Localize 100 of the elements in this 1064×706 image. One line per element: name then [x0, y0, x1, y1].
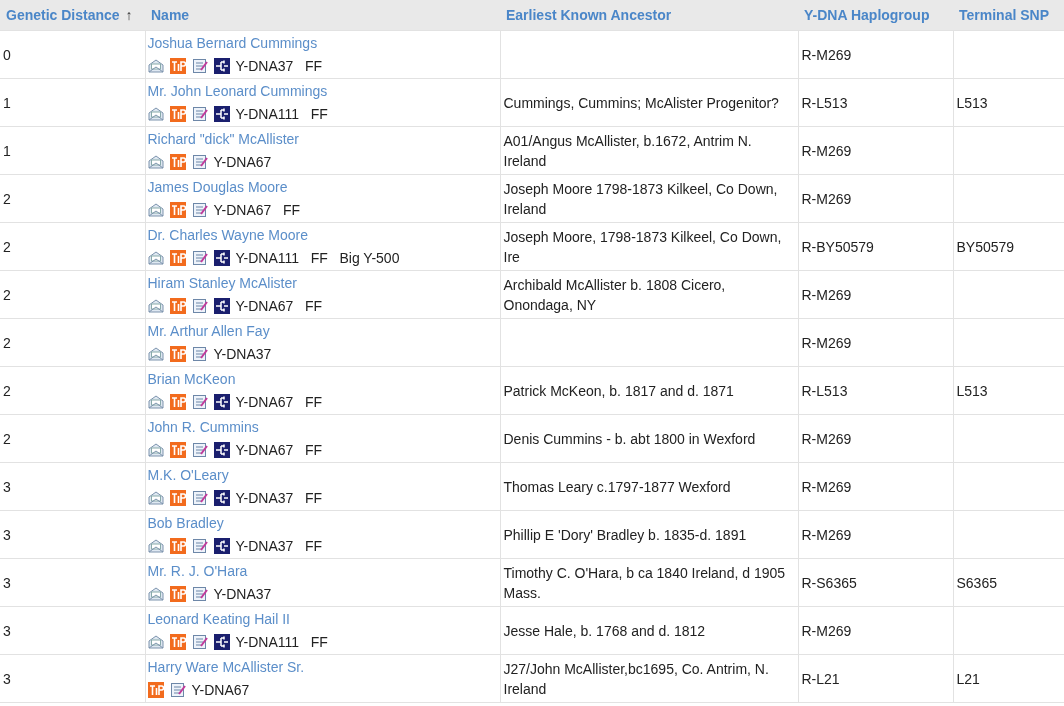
table-cell: 1: [0, 78, 145, 127]
mail-icon[interactable]: [147, 251, 164, 265]
member-link[interactable]: Harry Ware McAllister Sr.: [147, 659, 305, 675]
table-cell: 1: [0, 126, 145, 175]
table-cell: R-M269: [798, 270, 953, 319]
tree-icon[interactable]: [213, 106, 230, 122]
member-link[interactable]: Mr. John Leonard Cummings: [147, 83, 328, 99]
tree-icon[interactable]: [213, 634, 230, 650]
table-cell: 3: [0, 558, 145, 607]
column-header[interactable]: Earliest Known Ancestor: [500, 0, 798, 31]
notes-icon[interactable]: [191, 538, 208, 554]
mail-icon[interactable]: [147, 107, 164, 121]
mail-icon[interactable]: [147, 155, 164, 169]
tip-icon[interactable]: [169, 490, 186, 506]
member-link[interactable]: John R. Cummins: [147, 419, 259, 435]
table-cell: 2: [0, 414, 145, 463]
member-link[interactable]: Dr. Charles Wayne Moore: [147, 227, 309, 243]
notes-icon[interactable]: [191, 202, 208, 218]
table-cell: R-M269: [798, 606, 953, 655]
tip-icon[interactable]: [169, 58, 186, 74]
tip-icon[interactable]: [169, 346, 186, 362]
table-cell: R-L513: [798, 78, 953, 127]
table-cell: 2: [0, 318, 145, 367]
tree-icon[interactable]: [213, 58, 230, 74]
mail-icon[interactable]: [147, 395, 164, 409]
table-cell: Jesse Hale, b. 1768 and d. 1812: [500, 606, 798, 655]
tip-icon[interactable]: [169, 394, 186, 410]
notes-icon[interactable]: [191, 442, 208, 458]
notes-icon[interactable]: [191, 58, 208, 74]
table-cell: 3: [0, 654, 145, 703]
member-link[interactable]: James Douglas Moore: [147, 179, 288, 195]
tip-icon[interactable]: [147, 682, 164, 698]
mail-icon[interactable]: [147, 443, 164, 457]
mail-icon[interactable]: [147, 491, 164, 505]
member-link[interactable]: Richard "dick" McAllister: [147, 131, 300, 147]
table-cell: 3: [0, 462, 145, 511]
column-header[interactable]: Name: [145, 0, 500, 31]
table-cell: Phillip E 'Dory' Bradley b. 1835-d. 1891: [500, 510, 798, 559]
test-labels: Y-DNA67: [191, 681, 250, 700]
member-link[interactable]: Leonard Keating Hail II: [147, 611, 290, 627]
notes-icon[interactable]: [191, 106, 208, 122]
tip-icon[interactable]: [169, 298, 186, 314]
notes-icon[interactable]: [191, 346, 208, 362]
table-cell: 3: [0, 510, 145, 559]
test-labels: Y-DNA111 FF: [235, 633, 328, 652]
tree-icon[interactable]: [213, 442, 230, 458]
table-cell: Cummings, Cummins; McAlister Progenitor?: [500, 78, 798, 127]
notes-icon[interactable]: [191, 634, 208, 650]
table-cell: 2: [0, 270, 145, 319]
table-cell: 2: [0, 174, 145, 223]
test-labels: Y-DNA111 FF: [235, 105, 328, 124]
notes-icon[interactable]: [191, 394, 208, 410]
member-link[interactable]: Joshua Bernard Cummings: [147, 35, 318, 51]
mail-icon[interactable]: [147, 587, 164, 601]
table-cell: 3: [0, 606, 145, 655]
sort-arrow: ↑: [125, 7, 133, 23]
test-labels: Y-DNA111 FF Big Y-500: [235, 249, 400, 268]
notes-icon[interactable]: [191, 298, 208, 314]
table-cell: 2: [0, 366, 145, 415]
table-cell: R-L513: [798, 366, 953, 415]
mail-icon[interactable]: [147, 635, 164, 649]
member-link[interactable]: M.K. O'Leary: [147, 467, 229, 483]
table-cell: Patrick McKeon, b. 1817 and d. 1871: [500, 366, 798, 415]
mail-icon[interactable]: [147, 203, 164, 217]
tip-icon[interactable]: [169, 154, 186, 170]
notes-icon[interactable]: [191, 154, 208, 170]
tip-icon[interactable]: [169, 202, 186, 218]
tip-icon[interactable]: [169, 586, 186, 602]
column-header[interactable]: Genetic Distance ↑: [0, 0, 145, 31]
table-cell: R-M269: [798, 318, 953, 367]
tip-icon[interactable]: [169, 634, 186, 650]
member-link[interactable]: Bob Bradley: [147, 515, 224, 531]
table-cell: Joseph Moore, 1798-1873 Kilkeel, Co Down, Ire: [500, 222, 798, 271]
mail-icon[interactable]: [147, 299, 164, 313]
column-header[interactable]: Terminal SNP: [953, 0, 1064, 31]
notes-icon[interactable]: [169, 682, 186, 698]
member-link[interactable]: Mr. Arthur Allen Fay: [147, 323, 270, 339]
tree-icon[interactable]: [213, 298, 230, 314]
mail-icon[interactable]: [147, 347, 164, 361]
tip-icon[interactable]: [169, 538, 186, 554]
tree-icon[interactable]: [213, 490, 230, 506]
tree-icon[interactable]: [213, 394, 230, 410]
tree-icon[interactable]: [213, 250, 230, 266]
notes-icon[interactable]: [191, 250, 208, 266]
mail-icon[interactable]: [147, 539, 164, 553]
member-link[interactable]: Hiram Stanley McAlister: [147, 275, 297, 291]
notes-icon[interactable]: [191, 490, 208, 506]
tree-icon[interactable]: [213, 538, 230, 554]
test-labels: Y-DNA67 FF: [235, 393, 323, 412]
mail-icon[interactable]: [147, 59, 164, 73]
test-labels: Y-DNA37 FF: [235, 489, 323, 508]
test-labels: Y-DNA37: [213, 585, 272, 604]
member-link[interactable]: Mr. R. J. O'Hara: [147, 563, 248, 579]
test-labels: Y-DNA67: [213, 153, 272, 172]
tip-icon[interactable]: [169, 250, 186, 266]
tip-icon[interactable]: [169, 442, 186, 458]
column-header[interactable]: Y-DNA Haplogroup: [798, 0, 953, 31]
notes-icon[interactable]: [191, 586, 208, 602]
tip-icon[interactable]: [169, 106, 186, 122]
member-link[interactable]: Brian McKeon: [147, 371, 236, 387]
